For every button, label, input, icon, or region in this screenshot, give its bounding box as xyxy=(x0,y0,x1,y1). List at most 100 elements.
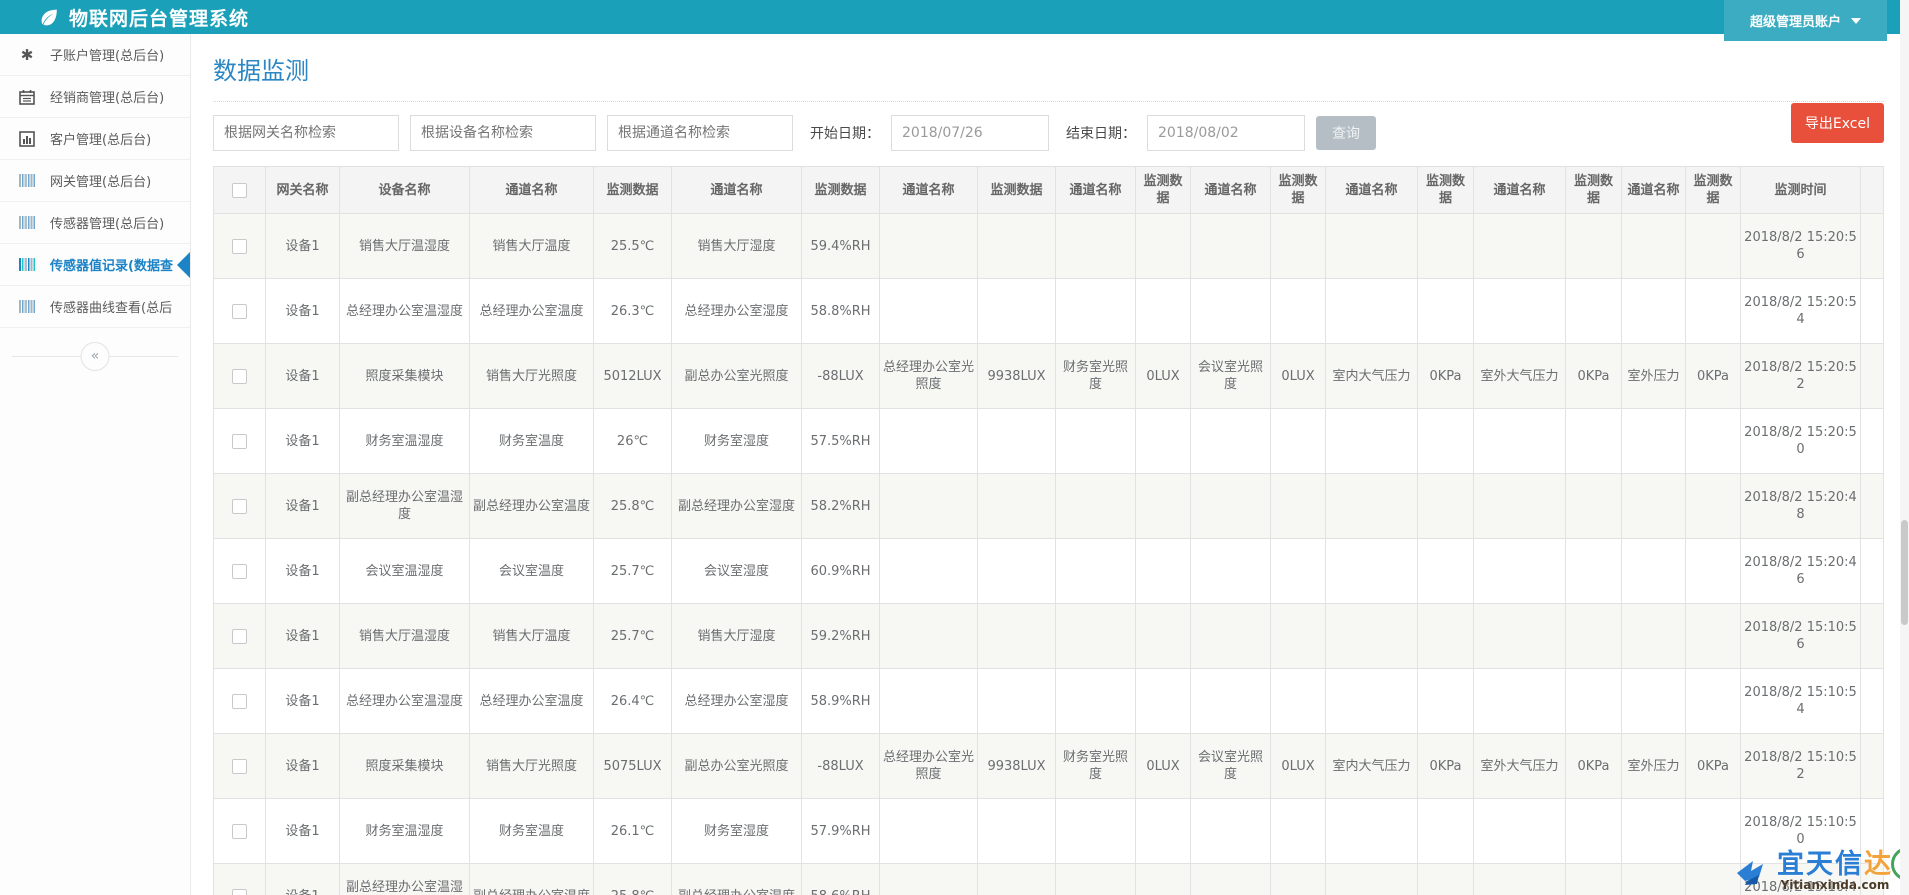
row-checkbox[interactable] xyxy=(232,759,247,774)
channel-value-cell xyxy=(1136,279,1191,344)
scrollbar-thumb[interactable] xyxy=(1901,520,1908,625)
row-checkbox[interactable] xyxy=(232,629,247,644)
sidebar-item-customers[interactable]: 客户管理(总后台) xyxy=(0,118,190,160)
device-search-input[interactable] xyxy=(410,115,596,151)
channel-name-cell: 总经理办公室光照度 xyxy=(880,734,978,799)
channel-name-cell: 副总经理办公室湿度 xyxy=(672,864,802,895)
channel-value-cell xyxy=(1418,539,1474,604)
column-header: 通道名称 xyxy=(1056,167,1136,214)
channel-name-cell: 室外压力 xyxy=(1622,734,1686,799)
row-checkbox[interactable] xyxy=(232,369,247,384)
channel-name-cell xyxy=(1622,799,1686,864)
channel-value-cell xyxy=(1418,279,1474,344)
device-name-cell: 财务室温湿度 xyxy=(340,409,470,474)
channel-value-cell xyxy=(1418,214,1474,279)
channel-value-cell: 0KPa xyxy=(1686,734,1741,799)
channel-name-cell: 财务室湿度 xyxy=(672,409,802,474)
sidebar-item-gateways[interactable]: 网关管理(总后台) xyxy=(0,160,190,202)
channel-value-cell xyxy=(1566,799,1622,864)
sidebar-collapse-button[interactable]: « xyxy=(81,342,110,371)
channel-value-cell xyxy=(1136,214,1191,279)
sidebar-item-sensor-curves[interactable]: 传感器曲线查看(总后 xyxy=(0,286,190,328)
sidebar-item-dealers[interactable]: 经销商管理(总后台) xyxy=(0,76,190,118)
barcode-icon xyxy=(16,257,38,272)
device-name-cell: 会议室温湿度 xyxy=(340,539,470,604)
table-row: 设备1财务室温湿度财务室温度26.1℃财务室湿度57.9%RH2018/8/2 … xyxy=(214,799,1884,864)
sidebar-item-sensors[interactable]: 传感器管理(总后台) xyxy=(0,202,190,244)
bar-chart-icon xyxy=(16,131,38,147)
channel-value-cell: -88LUX xyxy=(802,734,880,799)
channel-value-cell xyxy=(1566,669,1622,734)
channel-value-cell: 59.4%RH xyxy=(802,214,880,279)
channel-name-cell: 财务室温度 xyxy=(470,409,594,474)
empty-cell xyxy=(1861,669,1884,734)
row-checkbox[interactable] xyxy=(232,434,247,449)
query-button[interactable]: 查询 xyxy=(1316,116,1376,150)
channel-name-cell xyxy=(1622,864,1686,895)
site-watermark: 宜天信达 Yitianxinda.com xyxy=(1733,851,1893,891)
monitor-time-cell: 2018/8/2 15:20:52 xyxy=(1741,344,1861,409)
row-checkbox[interactable] xyxy=(232,499,247,514)
channel-name-cell xyxy=(1191,604,1271,669)
channel-value-cell xyxy=(1271,474,1326,539)
column-header: 通道名称 xyxy=(1474,167,1566,214)
channel-name-cell xyxy=(880,864,978,895)
monitoring-data-table: 网关名称设备名称通道名称监测数据通道名称监测数据通道名称监测数据通道名称监测数据… xyxy=(213,166,1884,895)
channel-value-cell: 57.5%RH xyxy=(802,409,880,474)
sidebar-item-sub-accounts[interactable]: ✱ 子账户管理(总后台) xyxy=(0,34,190,76)
channel-value-cell xyxy=(1271,279,1326,344)
row-checkbox[interactable] xyxy=(232,304,247,319)
empty-cell xyxy=(1861,734,1884,799)
gateway-search-input[interactable] xyxy=(213,115,399,151)
channel-value-cell xyxy=(1566,214,1622,279)
channel-value-cell: 58.2%RH xyxy=(802,474,880,539)
channel-value-cell xyxy=(978,279,1056,344)
account-label: 超级管理员账户 xyxy=(1750,11,1841,30)
channel-value-cell: 25.8℃ xyxy=(594,864,672,895)
vertical-scrollbar[interactable] xyxy=(1900,0,1909,895)
row-checkbox[interactable] xyxy=(232,239,247,254)
row-checkbox[interactable] xyxy=(232,824,247,839)
export-excel-button[interactable]: 导出Excel xyxy=(1791,103,1884,143)
channel-value-cell xyxy=(1418,474,1474,539)
row-checkbox[interactable] xyxy=(232,889,247,895)
empty-cell xyxy=(1861,539,1884,604)
channel-value-cell: 0KPa xyxy=(1686,344,1741,409)
select-all-checkbox[interactable] xyxy=(232,183,247,198)
channel-name-cell: 会议室湿度 xyxy=(672,539,802,604)
table-row: 设备1销售大厅温湿度销售大厅温度25.7℃销售大厅湿度59.2%RH2018/8… xyxy=(214,604,1884,669)
row-checkbox[interactable] xyxy=(232,564,247,579)
start-date-input[interactable] xyxy=(891,115,1049,151)
gateway-name-cell: 设备1 xyxy=(266,799,340,864)
sidebar-item-label: 子账户管理(总后台) xyxy=(50,45,164,64)
column-header: 通道名称 xyxy=(1191,167,1271,214)
row-checkbox[interactable] xyxy=(232,694,247,709)
channel-name-cell xyxy=(1191,539,1271,604)
channel-name-cell xyxy=(880,279,978,344)
end-date-input[interactable] xyxy=(1147,115,1305,151)
channel-value-cell: 25.5℃ xyxy=(594,214,672,279)
channel-name-cell: 财务室湿度 xyxy=(672,799,802,864)
sidebar-item-sensor-records[interactable]: 传感器值记录(数据查 xyxy=(0,244,190,286)
channel-value-cell xyxy=(1271,214,1326,279)
channel-value-cell: 0LUX xyxy=(1271,344,1326,409)
channel-search-input[interactable] xyxy=(607,115,793,151)
start-date-label: 开始日期： xyxy=(810,123,880,143)
column-header: 监测数据 xyxy=(594,167,672,214)
channel-value-cell xyxy=(1418,409,1474,474)
channel-name-cell xyxy=(1326,604,1418,669)
channel-name-cell xyxy=(1056,474,1136,539)
channel-value-cell: 58.9%RH xyxy=(802,669,880,734)
channel-name-cell: 室内大气压力 xyxy=(1326,344,1418,409)
channel-name-cell: 总经理办公室温度 xyxy=(470,669,594,734)
channel-name-cell: 副总经理办公室湿度 xyxy=(672,474,802,539)
channel-name-cell xyxy=(1622,409,1686,474)
channel-value-cell: 59.2%RH xyxy=(802,604,880,669)
account-menu-button[interactable]: 超级管理员账户 xyxy=(1724,0,1887,41)
app-title: 物联网后台管理系统 xyxy=(69,4,249,31)
channel-value-cell xyxy=(1271,539,1326,604)
channel-name-cell xyxy=(1326,669,1418,734)
gateway-name-cell: 设备1 xyxy=(266,864,340,895)
gateway-name-cell: 设备1 xyxy=(266,279,340,344)
channel-value-cell xyxy=(978,669,1056,734)
